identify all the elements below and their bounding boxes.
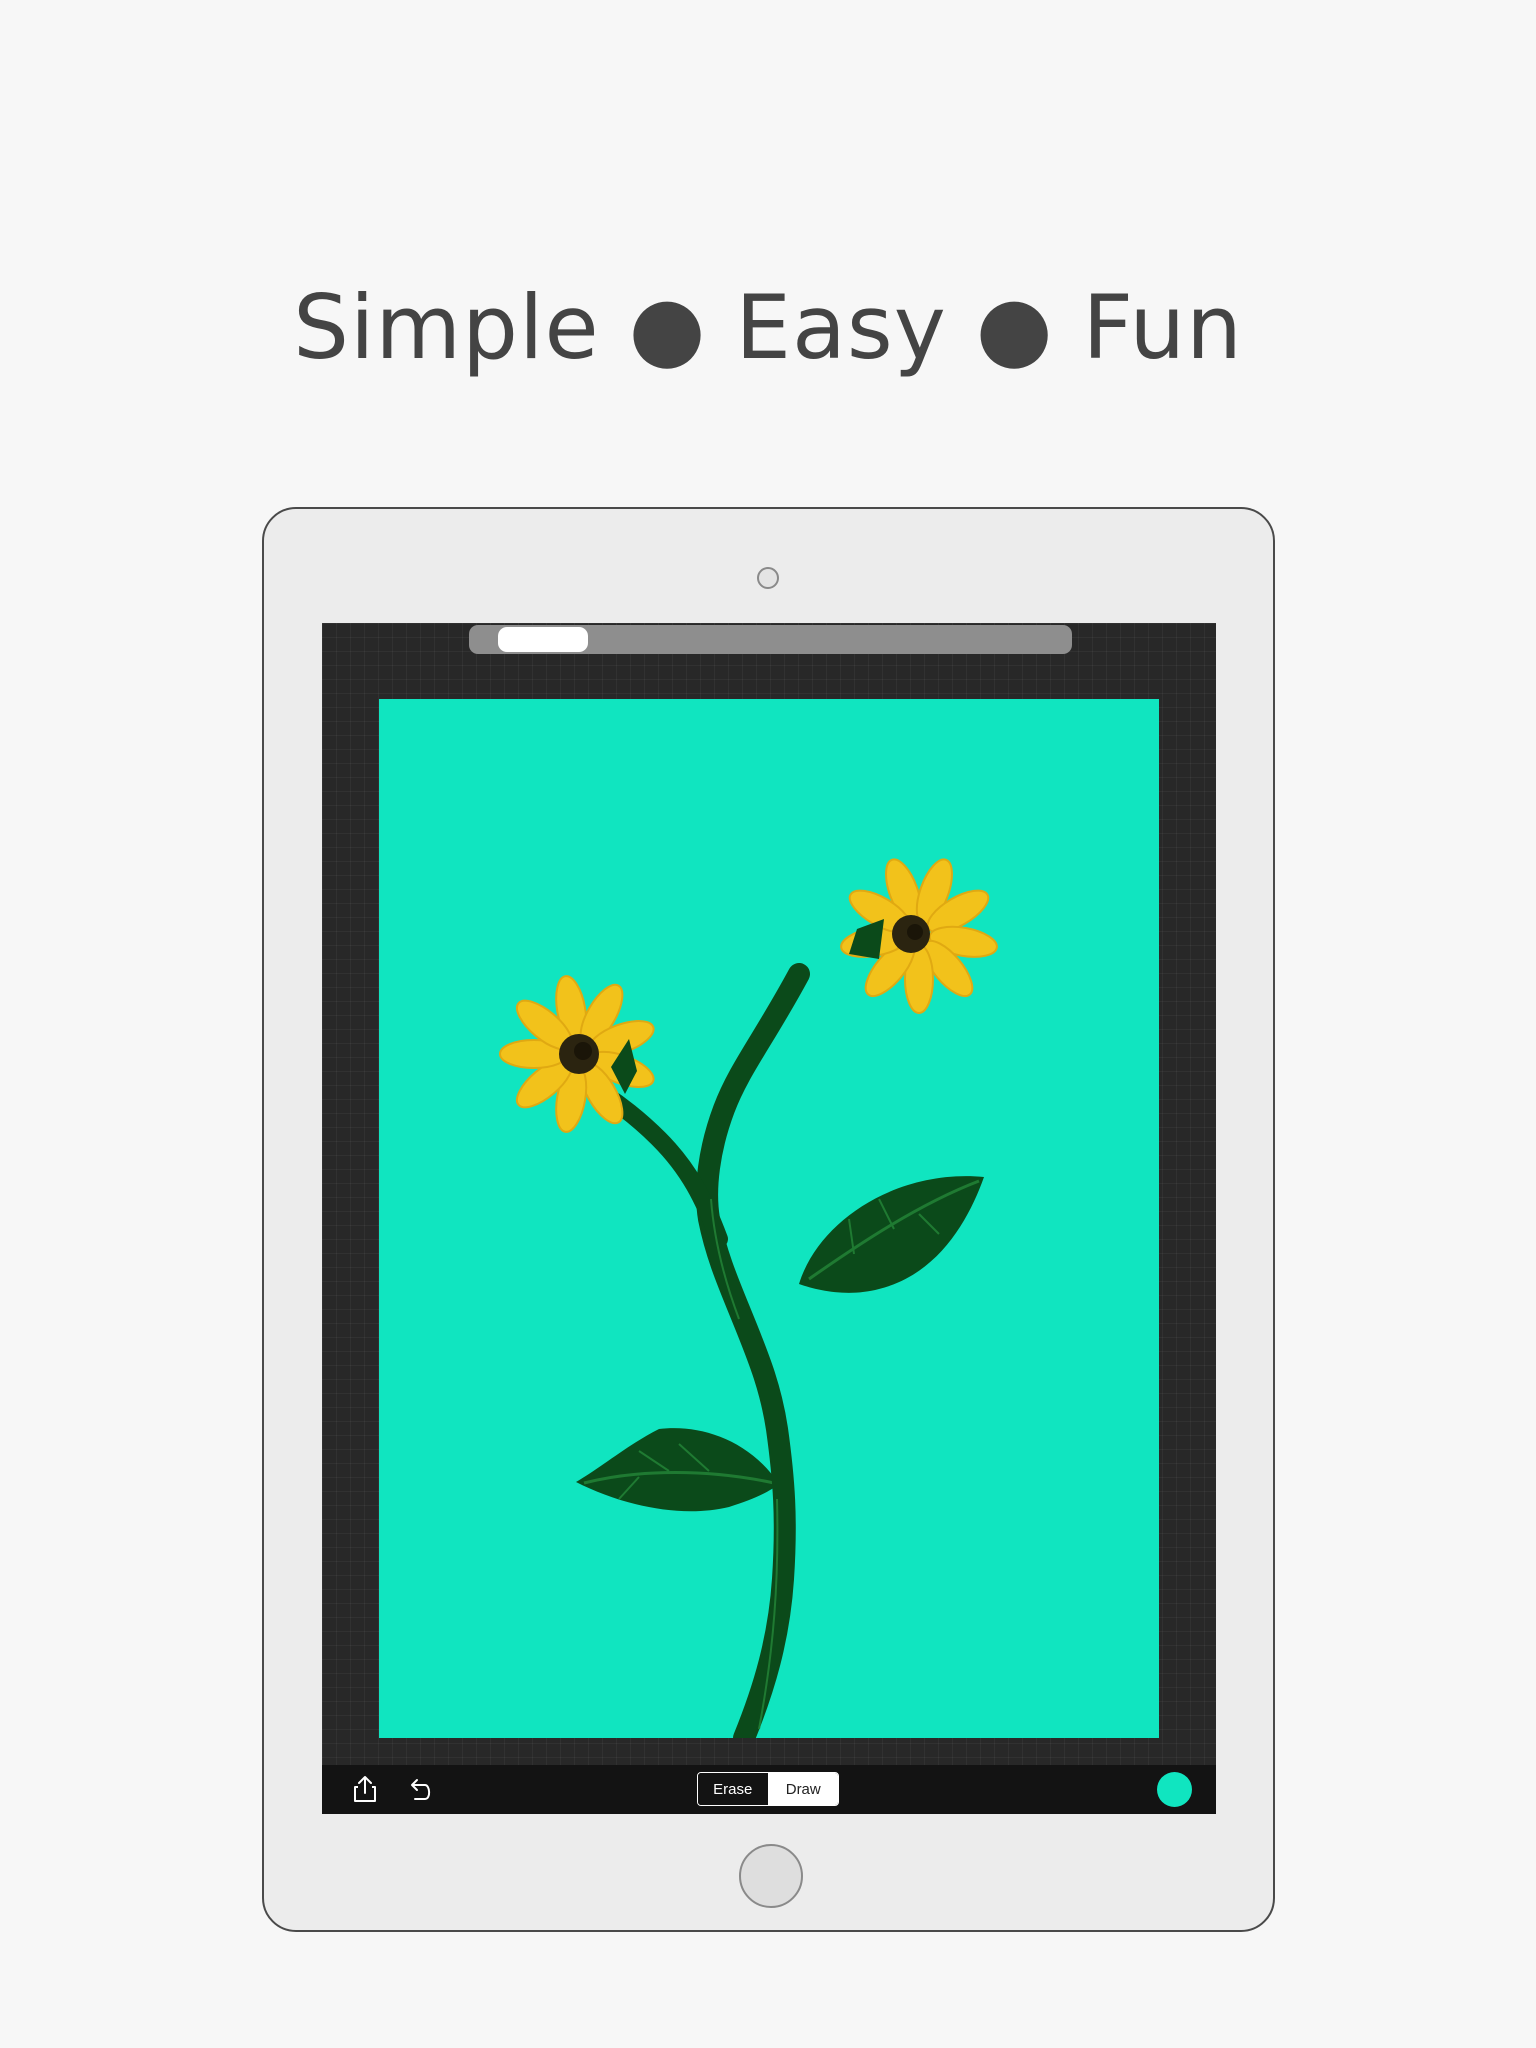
lower-leaf [576, 1428, 779, 1512]
app-store-screenshot: Simple ● Easy ● Fun Erase Draw [0, 0, 1536, 2048]
bottom-toolbar: Erase Draw [322, 1765, 1216, 1814]
sunflower-drawing [499, 858, 998, 1738]
headline: Simple ● Easy ● Fun [293, 276, 1243, 379]
share-icon[interactable] [349, 1773, 381, 1805]
app-screen: Erase Draw [322, 623, 1216, 1814]
upper-leaf [799, 1176, 984, 1293]
scrollbar-thumb[interactable] [498, 627, 588, 652]
mode-switch: Erase Draw [697, 1772, 839, 1806]
color-picker-button[interactable] [1157, 1772, 1192, 1807]
erase-button[interactable]: Erase [698, 1773, 769, 1805]
draw-button[interactable]: Draw [768, 1773, 838, 1805]
home-button[interactable] [739, 1844, 803, 1908]
horizontal-scrollbar[interactable] [469, 625, 1072, 654]
drawing-canvas[interactable] [379, 699, 1159, 1738]
undo-icon[interactable] [403, 1773, 435, 1805]
camera-icon [757, 567, 779, 589]
main-stem [696, 963, 810, 1738]
